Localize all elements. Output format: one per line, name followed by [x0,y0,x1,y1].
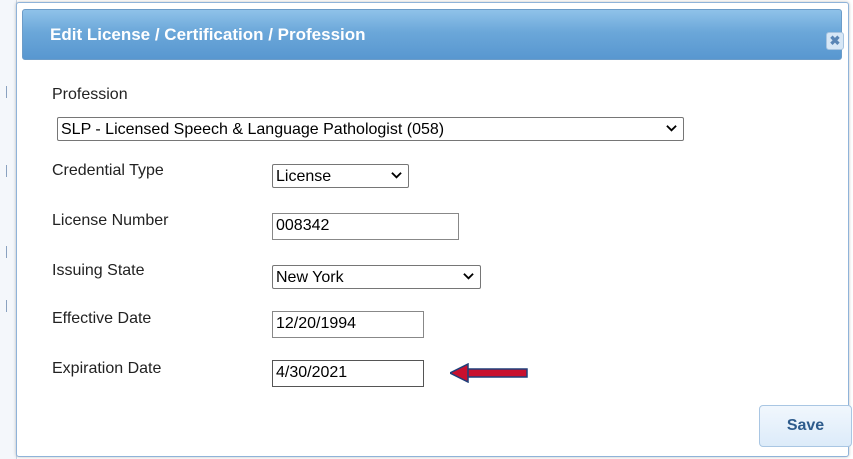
expiration-date-value: 4/30/2021 [276,364,348,381]
effective-date-input[interactable]: 12/20/1994 [272,311,424,338]
save-button[interactable]: Save [759,405,852,447]
credential-type-value: License [276,168,332,185]
chevron-down-icon [463,273,474,280]
issuing-state-label: Issuing State [52,262,145,279]
credential-type-select[interactable]: License [272,164,409,188]
dialog-title-bar: Edit License / Certification / Professio… [22,9,842,60]
dialog-title: Edit License / Certification / Professio… [50,25,366,44]
profession-label: Profession [52,86,128,103]
chevron-down-icon [666,125,677,132]
license-number-value: 008342 [276,217,330,234]
close-button[interactable]: ✖ [826,32,844,50]
credential-type-label: Credential Type [52,162,164,179]
edit-license-dialog: Edit License / Certification / Professio… [16,2,852,457]
effective-date-value: 12/20/1994 [276,315,357,332]
profession-value: SLP - Licensed Speech & Language Patholo… [61,121,445,138]
profession-select[interactable]: SLP - Licensed Speech & Language Patholo… [57,117,684,141]
expiration-date-input[interactable]: 4/30/2021 [272,360,424,387]
background-tick [6,246,7,258]
license-number-input[interactable]: 008342 [272,213,459,240]
background-tick [6,300,7,312]
background-page-edge [0,0,17,459]
close-icon: ✖ [829,33,841,48]
issuing-state-select[interactable]: New York [272,265,481,289]
effective-date-label: Effective Date [52,310,152,327]
chevron-down-icon [391,172,402,179]
license-number-label: License Number [52,212,169,229]
issuing-state-value: New York [276,269,344,286]
expiration-date-label: Expiration Date [52,360,162,377]
background-tick [6,165,7,177]
red-arrow-icon [450,363,528,383]
background-tick [6,86,7,98]
